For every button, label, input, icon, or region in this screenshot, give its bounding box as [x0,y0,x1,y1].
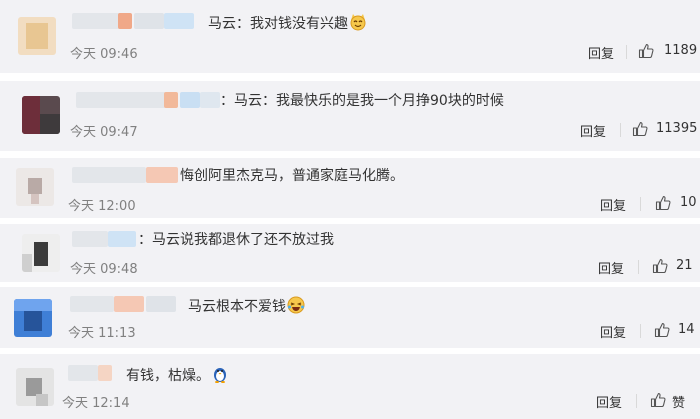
comment-time: 今天 12:00 [68,199,136,214]
username-redacted[interactable] [68,365,98,381]
comment-card: 有钱，枯燥。 今天 12:14 回复 赞 [0,354,700,419]
avatar[interactable] [16,368,54,406]
thumbs-up-icon[interactable] [632,121,648,137]
reply-button[interactable]: 回复 [596,392,622,411]
divider [636,394,637,408]
avatar[interactable] [16,168,54,206]
like-button-label[interactable]: 赞 [672,392,685,411]
thumbs-up-icon[interactable] [650,392,666,408]
comment-text: 马云：我对钱没有兴趣 [208,13,367,36]
divider [640,197,641,211]
username-redacted[interactable] [72,231,108,247]
like-count[interactable]: 1189 [664,43,697,58]
thumbs-up-icon[interactable] [652,258,668,274]
comment-card: ：马云说我都退休了还不放过我 今天 09:48 回复 21 [0,224,700,282]
comment-text: 悔创阿里杰克马，普通家庭马化腾。 [180,168,404,184]
avatar[interactable] [18,17,56,55]
username-redacted[interactable] [72,13,124,29]
comment-time: 今天 12:14 [62,396,130,411]
reply-button[interactable]: 回复 [598,258,624,277]
thumbs-up-icon[interactable] [638,43,654,59]
thumbs-up-icon[interactable] [654,322,670,338]
like-count[interactable]: 10 [680,195,697,210]
laughing-emoji-icon [287,296,305,319]
comment-card: 马云根本不爱钱 今天 11:13 回复 14 [0,287,700,348]
penguin-emoji-icon [211,365,229,388]
avatar[interactable] [14,299,52,337]
username-redacted[interactable] [76,92,166,108]
reply-button[interactable]: 回复 [588,43,614,62]
comment-text: ：马云：我最快乐的是我一个月挣90块的时候 [220,93,504,109]
comment-time: 今天 09:46 [70,47,138,62]
divider [620,123,621,137]
comment-time: 今天 09:47 [70,125,138,140]
comment-time: 今天 11:13 [68,326,136,341]
comment-text: ：马云说我都退休了还不放过我 [138,232,334,248]
username-redacted[interactable] [70,296,114,312]
comment-time: 今天 09:48 [70,262,138,277]
reply-button[interactable]: 回复 [600,322,626,341]
like-count[interactable]: 21 [676,258,693,273]
username-redacted[interactable] [72,167,146,183]
comment-card: 悔创阿里杰克马，普通家庭马化腾。 今天 12:00 回复 10 [0,158,700,218]
divider [640,324,641,338]
divider [638,260,639,274]
avatar[interactable] [22,234,60,272]
reply-button[interactable]: 回复 [600,195,626,214]
thumbs-up-icon[interactable] [655,195,671,211]
comment-feed: 马云：我对钱没有兴趣 今天 09:46 回复 1189 ：马云：我最快乐的是我一… [0,0,700,419]
like-count[interactable]: 11395 [656,121,697,136]
comment-text: 马云根本不爱钱 [188,296,305,319]
smiling-cat-emoji-icon [349,13,367,36]
divider [626,45,627,59]
comment-text: 有钱，枯燥。 [126,365,229,388]
avatar[interactable] [22,96,60,134]
comment-card: 马云：我对钱没有兴趣 今天 09:46 回复 1189 [0,0,700,73]
like-count[interactable]: 14 [678,322,695,337]
comment-card: ：马云：我最快乐的是我一个月挣90块的时候 今天 09:47 回复 11395 [0,81,700,151]
reply-button[interactable]: 回复 [580,121,606,140]
